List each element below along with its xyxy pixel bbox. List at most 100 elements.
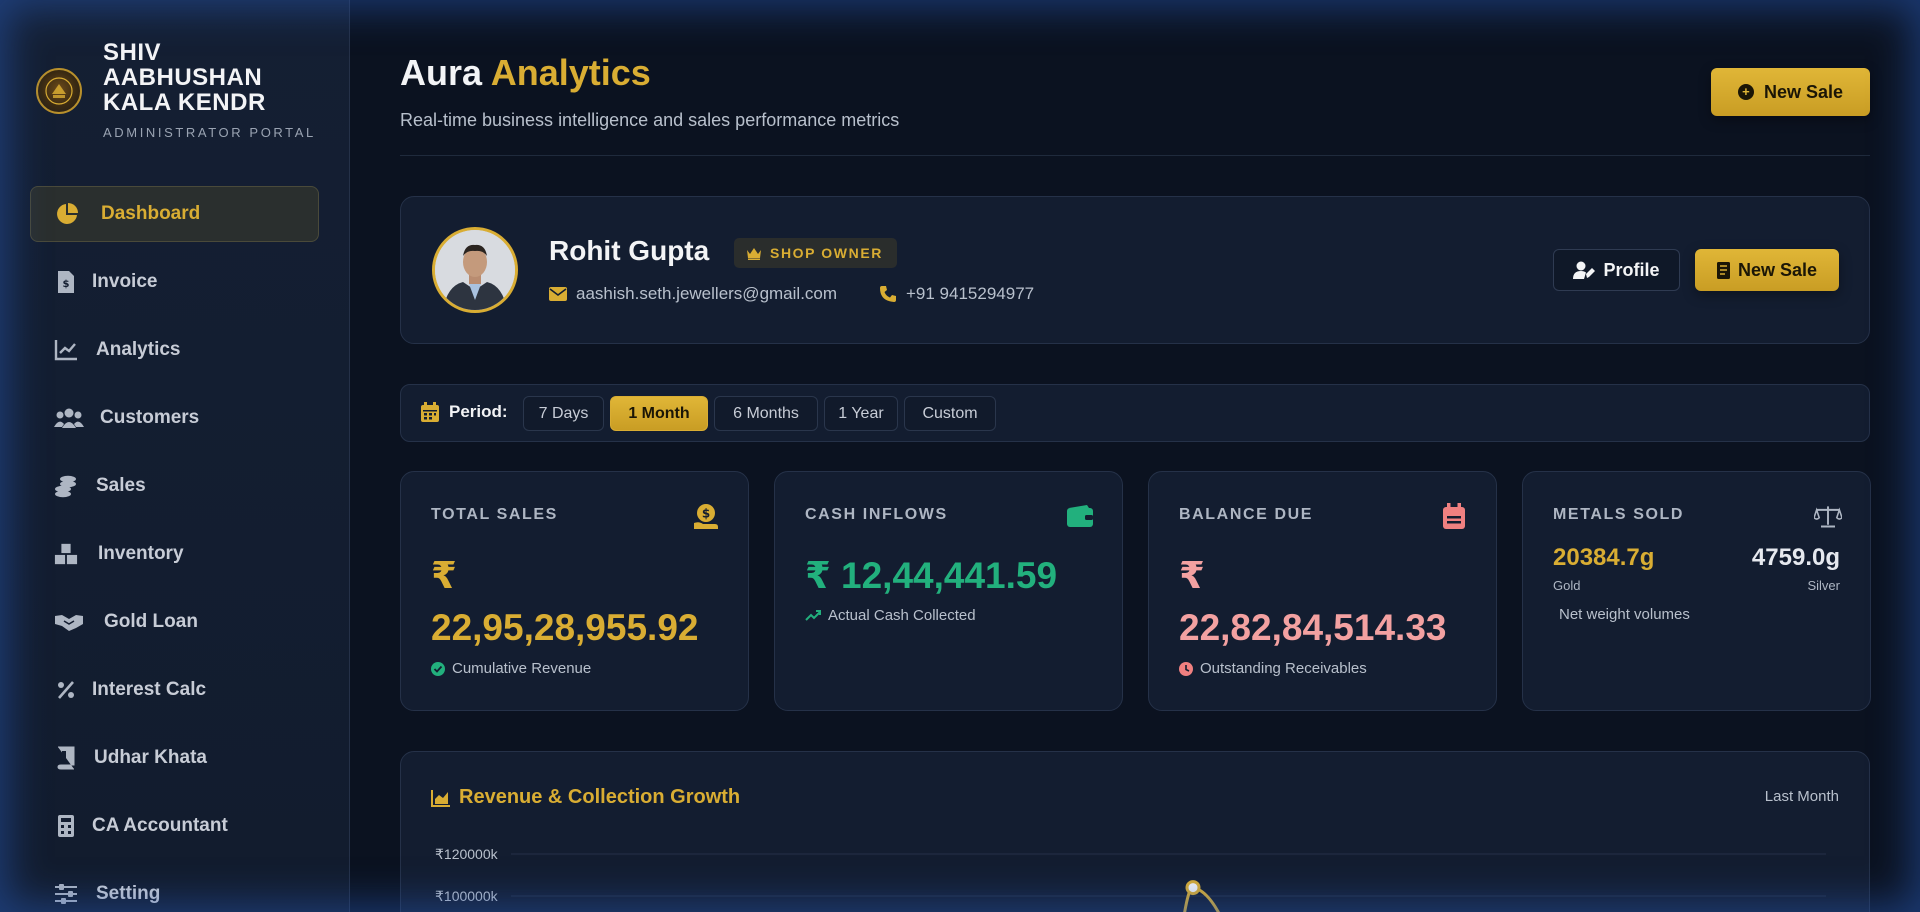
stat-note-text: Cumulative Revenue [452, 660, 592, 677]
profile-button-label: Profile [1603, 259, 1660, 280]
stat-note: Cumulative Revenue [431, 660, 591, 677]
sidebar-item-label: Sales [96, 475, 146, 496]
stat-value: 22,82,84,514.33 [1179, 607, 1447, 648]
sidebar-item-invoice[interactable]: $ Invoice [30, 254, 319, 310]
sidebar-item-label: Udhar Khata [94, 747, 207, 768]
period-option-1-year[interactable]: 1 Year [824, 396, 898, 431]
brand-logo [36, 68, 82, 114]
period-label-text: Period: [449, 402, 508, 421]
revenue-chart-card: ₹120000k ₹100000k Revenue & Collection Gr… [400, 751, 1870, 912]
sidebar: SHIV AABHUSHAN KALA KENDR ADMINISTRATOR … [0, 0, 350, 912]
profile-email-text: aashish.seth.jewellers@gmail.com [576, 284, 838, 303]
sidebar-item-label: Inventory [98, 543, 184, 564]
sidebar-item-label: Invoice [92, 271, 158, 292]
clock-icon [1179, 661, 1193, 676]
sidebar-item-udhar-khata[interactable]: Udhar Khata [30, 730, 319, 786]
chart-period: Last Month [1764, 788, 1839, 805]
stat-value: ₹ 12,44,441.59 [805, 555, 1058, 596]
chart-tick-label: ₹100000k [435, 888, 499, 904]
users-icon [54, 406, 84, 430]
calculator-icon [54, 814, 78, 838]
silver-weight: 4759.0g [1751, 544, 1840, 571]
stat-label: TOTAL SALES [431, 506, 558, 523]
period-filter-bar: Period: 7 Days 1 Month 6 Months 1 Year C… [400, 384, 1870, 442]
sidebar-item-ca-accountant[interactable]: CA Accountant [30, 798, 319, 854]
sidebar-item-customers[interactable]: Customers [30, 390, 319, 446]
stat-note: Net weight volumes [1559, 606, 1690, 623]
sidebar-item-label: Analytics [96, 339, 181, 360]
profile-phone: +91 9415294977 [879, 284, 1034, 304]
scale-icon [1814, 502, 1842, 530]
page-title: Aura Analytics [400, 52, 651, 94]
sidebar-item-label: CA Accountant [92, 815, 228, 836]
role-badge-label: SHOP OWNER [770, 245, 883, 261]
new-sale-label: New Sale [1763, 81, 1844, 102]
check-circle-icon [431, 661, 445, 676]
revenue-chart: ₹120000k ₹100000k [435, 846, 1826, 912]
sidebar-item-analytics[interactable]: Analytics [30, 322, 319, 378]
stat-card-cash-inflows: CASH INFLOWS ₹ 12,44,441.59 Actual Cash … [774, 471, 1123, 711]
calendar-icon [421, 402, 439, 422]
stat-note: Actual Cash Collected [805, 607, 976, 624]
period-label: Period: [421, 402, 508, 422]
book-icon [54, 746, 78, 770]
chart-data-point[interactable] [1185, 880, 1201, 896]
sidebar-item-sales[interactable]: Sales [30, 458, 319, 514]
stat-note-text: Net weight volumes [1559, 606, 1690, 623]
sidebar-item-interest-calc[interactable]: Interest Calc [30, 662, 319, 718]
stat-value: 22,95,28,955.92 [431, 607, 699, 648]
sidebar-nav: Dashboard $ Invoice Analytics Customers … [30, 186, 319, 912]
area-chart-icon [431, 789, 451, 807]
profile-phone-text: +91 9415294977 [906, 284, 1035, 303]
svg-text:$: $ [702, 507, 710, 521]
sidebar-item-label: Dashboard [101, 203, 201, 224]
brand-name: SHIV AABHUSHAN KALA KENDR [103, 39, 266, 116]
stat-currency: ₹ [431, 555, 457, 596]
chart-tick-label: ₹120000k [435, 846, 499, 862]
stat-note-text: Outstanding Receivables [1200, 660, 1367, 677]
gold-label: Gold [1553, 578, 1581, 593]
handshake-icon [54, 610, 84, 634]
profile-name: Rohit Gupta [549, 235, 710, 266]
page-title-accent: Analytics [490, 52, 651, 93]
sidebar-item-label: Setting [96, 883, 161, 904]
stat-card-metals-sold: METALS SOLD 20384.7g Gold 4759.0g Silver… [1522, 471, 1871, 711]
sidebar-item-label: Interest Calc [92, 679, 207, 700]
sidebar-item-setting[interactable]: Setting [30, 866, 319, 912]
envelope-icon [549, 287, 567, 301]
invoice-icon: $ [54, 270, 78, 294]
trending-up-icon [805, 609, 821, 622]
gold-weight: 20384.7g [1553, 544, 1655, 571]
phone-icon [879, 285, 897, 303]
user-edit-icon [1573, 261, 1596, 279]
profile-card: Rohit Gupta SHOP OWNER aashish.seth.jewe… [400, 196, 1870, 344]
sidebar-item-gold-loan[interactable]: Gold Loan [30, 594, 319, 650]
svg-text:$: $ [63, 279, 70, 290]
brand-subtitle: ADMINISTRATOR PORTAL [103, 125, 316, 140]
stat-label: BALANCE DUE [1179, 506, 1314, 523]
page-subtitle: Real-time business intelligence and sale… [400, 110, 900, 130]
new-sale-button[interactable]: + New Sale [1711, 68, 1870, 116]
sidebar-item-dashboard[interactable]: Dashboard [30, 186, 319, 242]
sidebar-item-inventory[interactable]: Inventory [30, 526, 319, 582]
boxes-icon [54, 542, 78, 566]
profile-new-sale-label: New Sale [1737, 259, 1818, 280]
role-badge: SHOP OWNER [734, 238, 897, 268]
profile-button[interactable]: Profile [1553, 249, 1680, 291]
plus-circle-icon: + [1737, 84, 1754, 100]
avatar [432, 227, 518, 313]
period-option-1-month[interactable]: 1 Month [610, 396, 708, 431]
sliders-icon [54, 882, 78, 906]
page-title-main: Aura [400, 52, 483, 93]
sidebar-item-label: Gold Loan [104, 611, 198, 632]
money-bag-icon: $ [692, 502, 720, 530]
pie-chart-icon [55, 202, 79, 226]
wallet-icon [1066, 502, 1094, 530]
stat-currency: ₹ [1179, 555, 1205, 596]
period-option-custom[interactable]: Custom [904, 396, 996, 431]
period-option-6-months[interactable]: 6 Months [714, 396, 818, 431]
period-option-7-days[interactable]: 7 Days [523, 396, 604, 431]
profile-new-sale-button[interactable]: New Sale [1695, 249, 1839, 291]
stat-note-text: Actual Cash Collected [828, 607, 976, 624]
brand: SHIV AABHUSHAN KALA KENDR ADMINISTRATOR … [36, 40, 336, 150]
